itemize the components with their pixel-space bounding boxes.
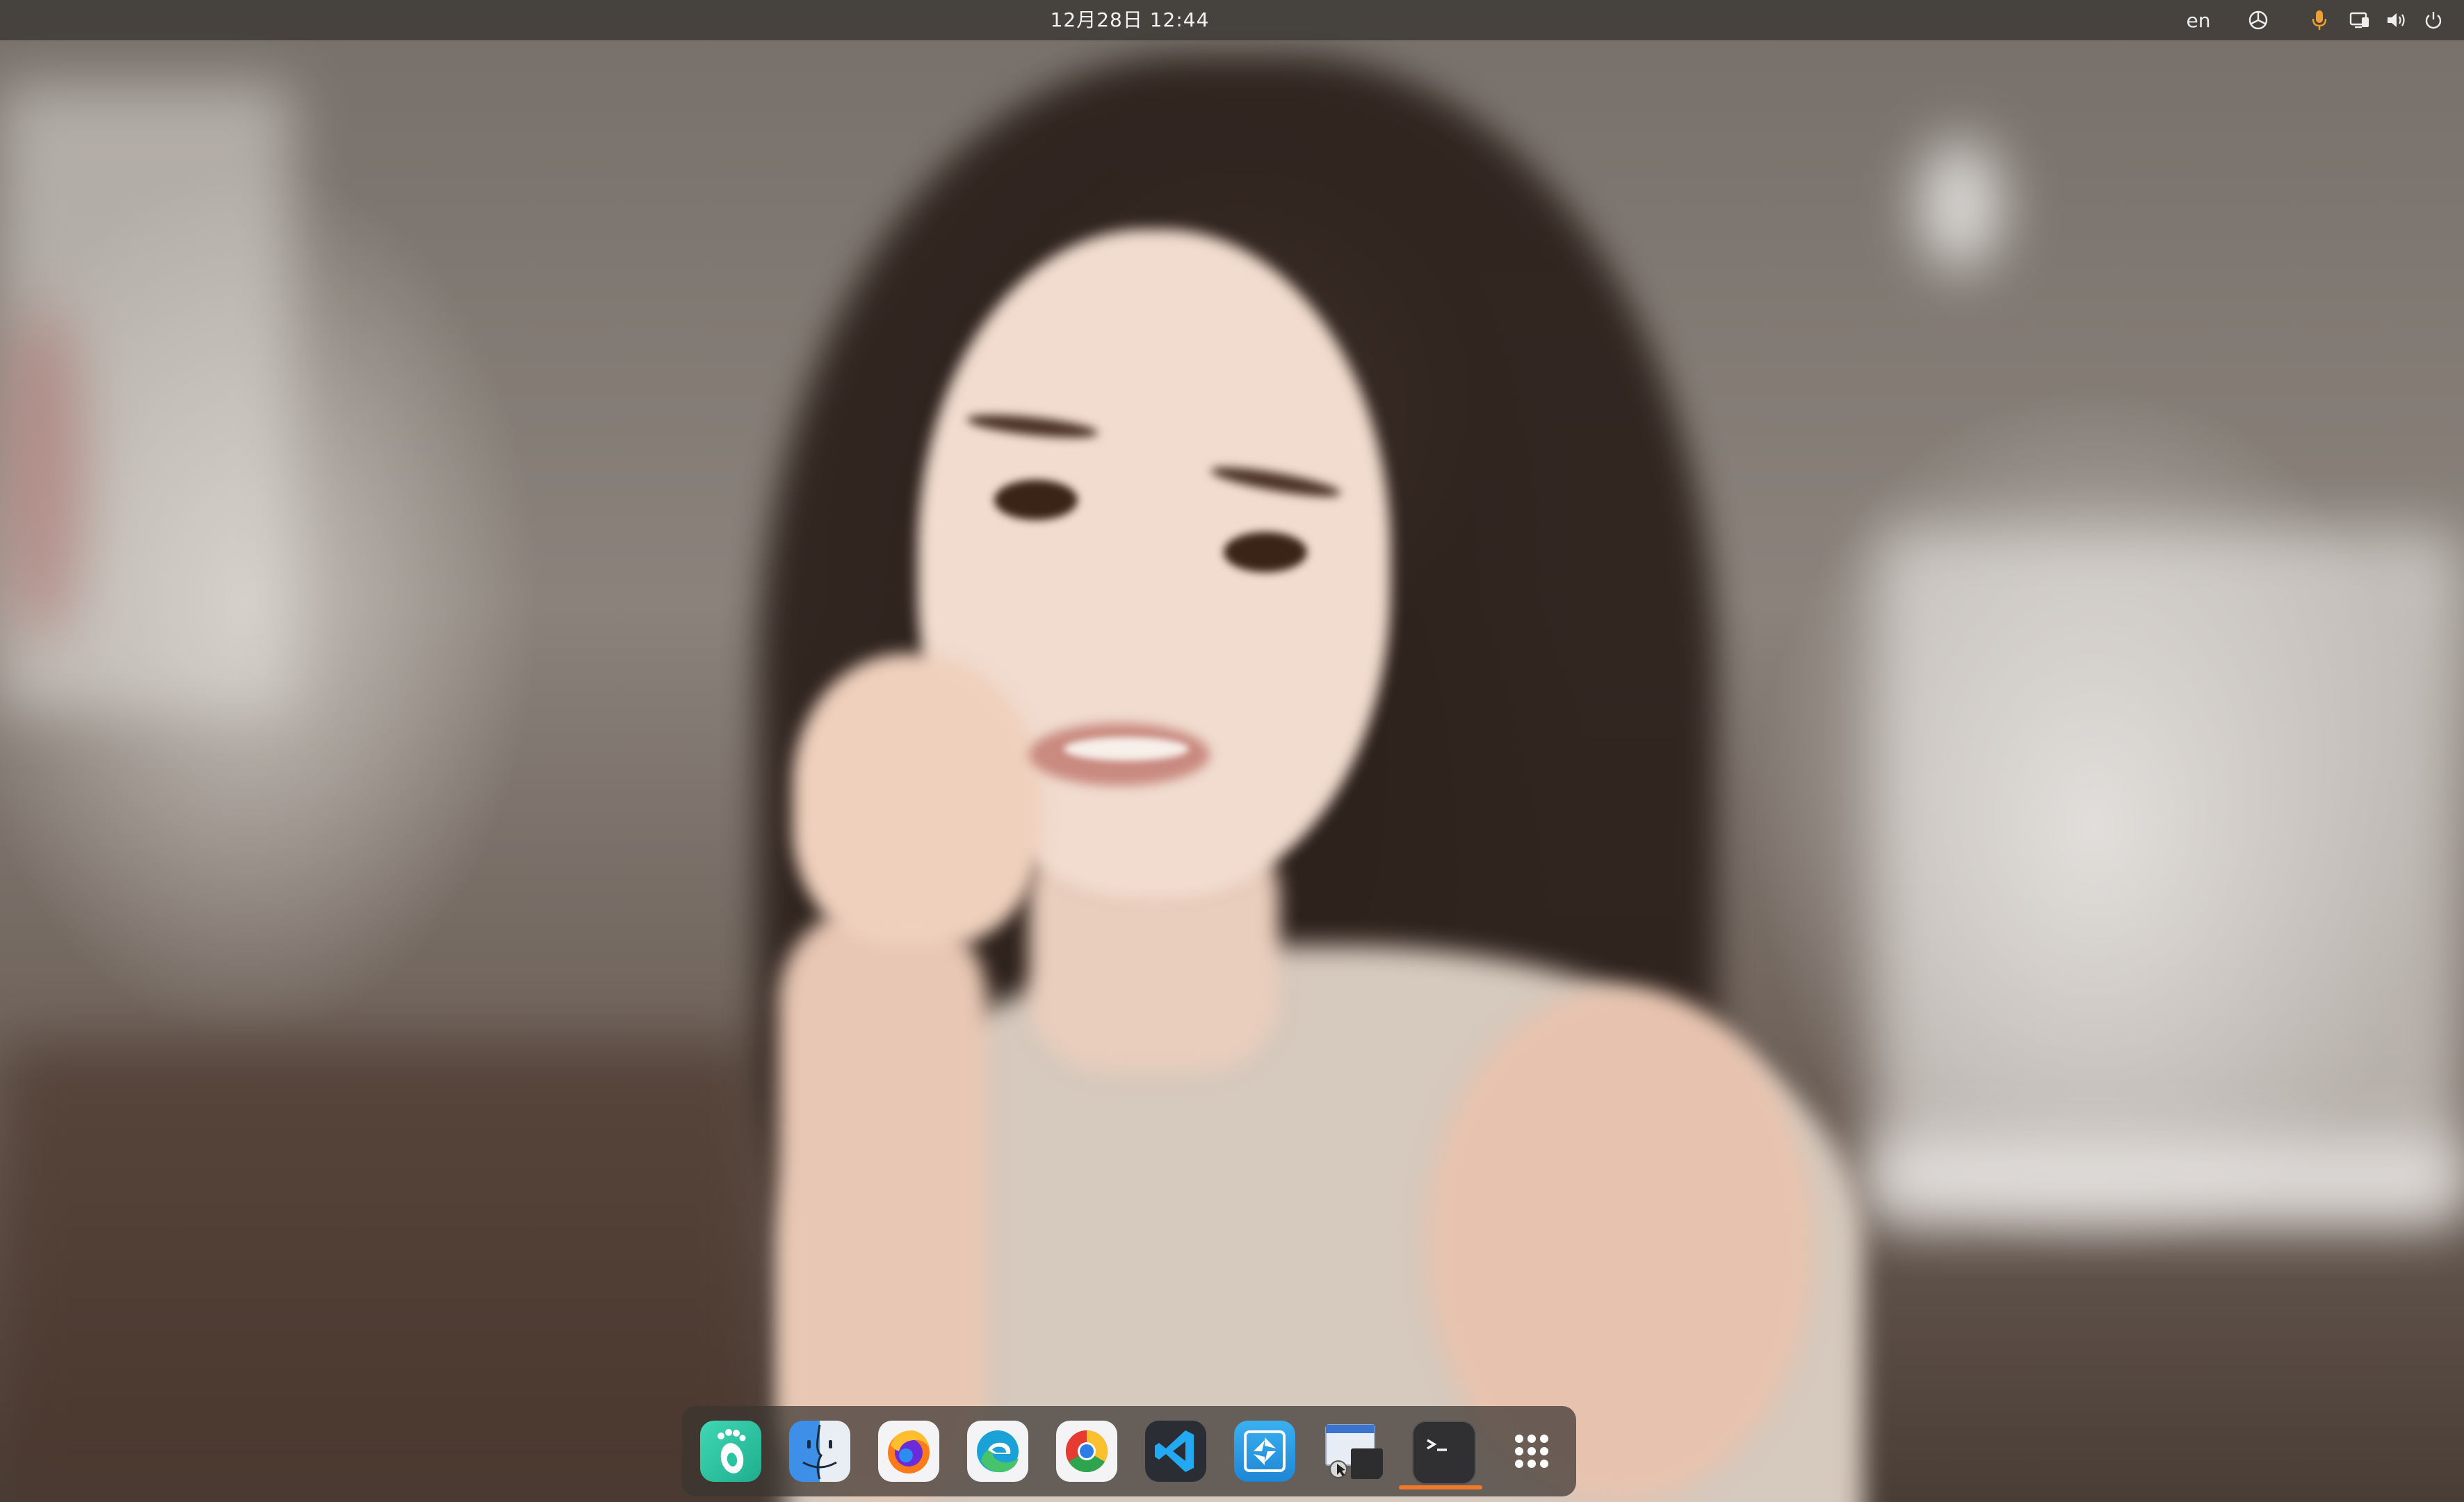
chrome-icon — [1065, 1430, 1108, 1473]
terminal-running-indicator — [1399, 1485, 1482, 1489]
finder-face-icon — [802, 1424, 837, 1480]
dock-app-edge[interactable] — [967, 1421, 1028, 1482]
window-cursor-icon — [1325, 1424, 1383, 1479]
vscode-icon — [1155, 1430, 1194, 1472]
wallpaper-background-red — [0, 306, 83, 640]
wallpaper-portrait-eye-left — [994, 480, 1078, 520]
wallpaper-portrait-eye-right — [1224, 532, 1307, 572]
dock-app-vscode[interactable] — [1145, 1421, 1206, 1482]
dock-app-terminal[interactable] — [1412, 1421, 1476, 1485]
app-grid-icon — [1515, 1435, 1548, 1468]
firefox-icon — [888, 1430, 930, 1473]
volume-icon[interactable] — [2382, 0, 2410, 40]
dock — [682, 1406, 1576, 1496]
dock-app-gnome-software[interactable] — [700, 1421, 761, 1482]
wallpaper-background-sill — [1863, 1140, 2464, 1217]
power-icon[interactable] — [2420, 0, 2447, 40]
wallpaper-background-table — [0, 1043, 765, 1502]
gnome-foot-icon — [718, 1429, 746, 1473]
dock-app-screenshot-tool[interactable] — [1234, 1421, 1295, 1482]
wallpaper-background-window — [1877, 528, 2464, 1224]
wallpaper-portrait-hand — [793, 654, 1043, 946]
dock-app-window-tool[interactable] — [1323, 1421, 1384, 1482]
terminal-icon — [1413, 1422, 1475, 1483]
clock[interactable]: 12月28日 12:44 — [1043, 0, 1217, 40]
screen-share-icon[interactable] — [2346, 0, 2374, 40]
show-applications-button[interactable] — [1501, 1421, 1562, 1482]
aperture-icon — [1244, 1430, 1286, 1472]
network-icon[interactable] — [2244, 0, 2272, 40]
dock-app-firefox[interactable] — [878, 1421, 939, 1482]
wallpaper-background-lamp — [1919, 139, 2002, 271]
edge-icon — [977, 1430, 1019, 1473]
wallpaper-portrait-smile — [1064, 737, 1189, 761]
dock-app-chrome[interactable] — [1056, 1421, 1117, 1482]
microphone-icon[interactable] — [2307, 0, 2332, 40]
dock-app-finder[interactable] — [789, 1421, 850, 1482]
input-language-indicator[interactable]: en — [2178, 0, 2219, 40]
top-bar: 12月28日 12:44 en — [0, 0, 2464, 40]
desktop: 12月28日 12:44 en — [0, 0, 2464, 1502]
